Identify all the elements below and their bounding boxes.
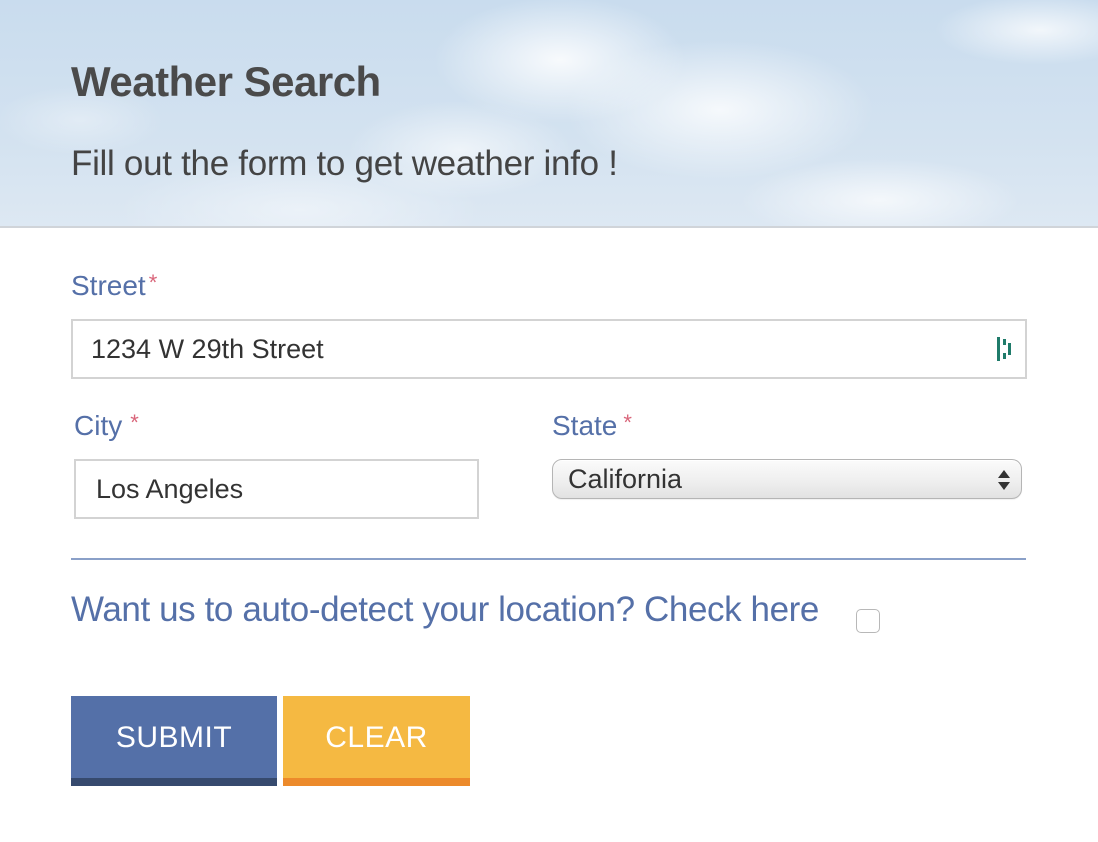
city-required-mark: *	[130, 410, 139, 435]
street-input[interactable]	[71, 319, 1027, 379]
select-arrows-icon	[998, 470, 1010, 490]
form-divider	[71, 558, 1026, 560]
state-label: State *	[552, 410, 632, 442]
auto-detect-text: Want us to auto-detect your location? Ch…	[71, 590, 819, 629]
state-selected-value: California	[568, 464, 683, 494]
state-label-text: State	[552, 410, 618, 441]
street-required-mark: *	[148, 270, 158, 295]
submit-button[interactable]: SUBMIT	[71, 696, 277, 786]
street-label: Street *	[71, 270, 157, 302]
city-label: City *	[74, 410, 139, 442]
header-banner: Weather Search Fill out the form to get …	[0, 0, 1098, 228]
autofill-icon[interactable]	[996, 336, 1018, 362]
city-input[interactable]	[74, 459, 479, 519]
state-select[interactable]: California	[552, 459, 1022, 499]
page-subtitle: Fill out the form to get weather info !	[71, 144, 618, 183]
auto-detect-checkbox[interactable]	[856, 609, 880, 633]
city-label-text: City	[74, 410, 123, 441]
street-label-text: Street	[71, 270, 146, 301]
clear-button[interactable]: CLEAR	[283, 696, 470, 786]
page-title: Weather Search	[71, 58, 381, 105]
state-required-mark: *	[623, 410, 632, 435]
